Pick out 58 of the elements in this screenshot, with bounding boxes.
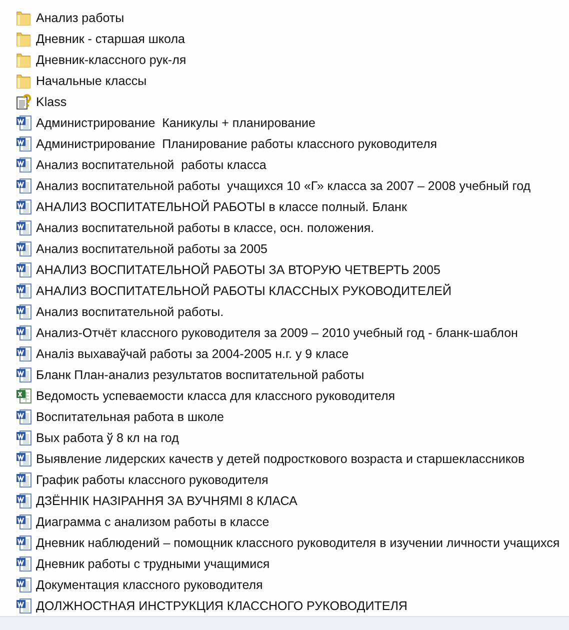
word-document-icon xyxy=(16,366,32,382)
folder-icon xyxy=(16,72,31,88)
file-name[interactable]: АНАЛИЗ ВОСПИТАТЕЛЬНОЙ РАБОТЫ в классе полный. Бланк xyxy=(36,200,407,214)
file-name[interactable]: Бланк План-анализ результатов воспитательной работы xyxy=(36,368,364,382)
word-document-icon xyxy=(16,136,32,152)
file-name[interactable]: Администрирование Каникулы + планирование xyxy=(36,116,316,130)
word-document-icon xyxy=(16,492,32,508)
document-question-icon xyxy=(16,94,32,110)
file-name[interactable]: ДЗЁННІК НАЗІРАННЯ ЗА ВУЧНЯМІ 8 КЛАСА xyxy=(36,494,298,508)
word-document-icon xyxy=(16,198,32,214)
file-name[interactable]: Аналіз выхаваўчай работы за 2004-2005 н.г. у 9 класе xyxy=(36,346,349,360)
word-document-icon xyxy=(16,556,32,572)
folder-icon xyxy=(16,52,31,68)
folder-icon xyxy=(16,10,31,26)
word-document-icon xyxy=(16,304,32,320)
word-document-icon xyxy=(16,240,32,256)
file-name[interactable]: Начальные классы xyxy=(36,74,147,88)
file-name[interactable]: Дневник - старшая школа xyxy=(36,32,185,46)
file-name[interactable]: Диаграмма с анализом работы в классе xyxy=(36,514,270,528)
file-name[interactable]: Дневник наблюдений – помощник классного руководителя в изучении личности учащихся xyxy=(36,536,560,550)
word-document-icon xyxy=(16,408,32,424)
file-name[interactable]: АНАЛИЗ ВОСПИТАТЕЛЬНОЙ РАБОТЫ ЗА ВТОРУЮ ЧЕТВЕРТЬ 2005 xyxy=(36,262,440,276)
file-name[interactable]: График работы классного руководителя xyxy=(36,472,268,486)
file-name[interactable]: Анализ-Отчёт классного руководителя за 2009 – 2010 учебный год - бланк-шаблон xyxy=(36,326,518,340)
word-document-icon xyxy=(16,598,32,614)
word-document-icon xyxy=(16,576,32,592)
file-name[interactable]: Анализ воспитательной работы класса xyxy=(36,158,266,172)
word-document-icon xyxy=(16,220,32,236)
word-document-icon xyxy=(16,514,32,530)
word-document-icon xyxy=(16,472,32,488)
word-document-icon xyxy=(16,430,32,446)
file-name[interactable]: Ведомость успеваемости класса для классного руководителя xyxy=(36,388,396,402)
file-name[interactable]: ДОЛЖНОСТНАЯ ИНСТРУКЦИЯ КЛАССНОГО РУКОВОДИТЕЛЯ xyxy=(36,598,408,612)
file-name[interactable]: Анализ воспитательной работы. xyxy=(36,304,224,318)
word-document-icon xyxy=(16,114,32,130)
file-name[interactable]: Klass xyxy=(36,94,67,108)
file-name[interactable]: Дневник-классного рук-ля xyxy=(36,52,186,66)
word-document-icon xyxy=(16,450,32,466)
file-name[interactable]: Анализ воспитательной работы в классе, осн. положения. xyxy=(36,220,374,234)
word-document-icon xyxy=(16,178,32,194)
word-document-icon xyxy=(16,346,32,362)
word-document-icon xyxy=(16,534,32,550)
file-name[interactable]: Анализ воспитательной работы за 2005 xyxy=(36,242,268,256)
file-name[interactable]: Администрирование Планирование работы классного руководителя xyxy=(36,136,438,150)
word-document-icon xyxy=(16,262,32,278)
file-name[interactable]: Анализ работы xyxy=(36,10,124,24)
spreadsheet-icon xyxy=(16,388,32,404)
file-name[interactable]: АНАЛИЗ ВОСПИТАТЕЛЬНОЙ РАБОТЫ КЛАССНЫХ РУКОВОДИТЕЛЕЙ xyxy=(36,284,452,298)
file-name[interactable]: Документация классного руководителя xyxy=(36,578,263,592)
folder-icon xyxy=(16,30,31,46)
word-document-icon xyxy=(16,156,32,172)
word-document-icon xyxy=(16,324,32,340)
file-name[interactable]: Выявление лидерских качеств у детей подросткового возраста и старшеклассников xyxy=(36,452,525,466)
file-name[interactable]: Вых работа ў 8 кл на год xyxy=(36,430,179,444)
file-name[interactable]: Дневник работы с трудными учащимися xyxy=(36,556,270,570)
file-name[interactable]: Анализ воспитательной работы учащихся 10 «Г» класса за 2007 – 2008 учебный год xyxy=(36,178,531,192)
word-document-icon xyxy=(16,282,32,298)
file-name[interactable]: Воспитательная работа в школе xyxy=(36,410,224,424)
